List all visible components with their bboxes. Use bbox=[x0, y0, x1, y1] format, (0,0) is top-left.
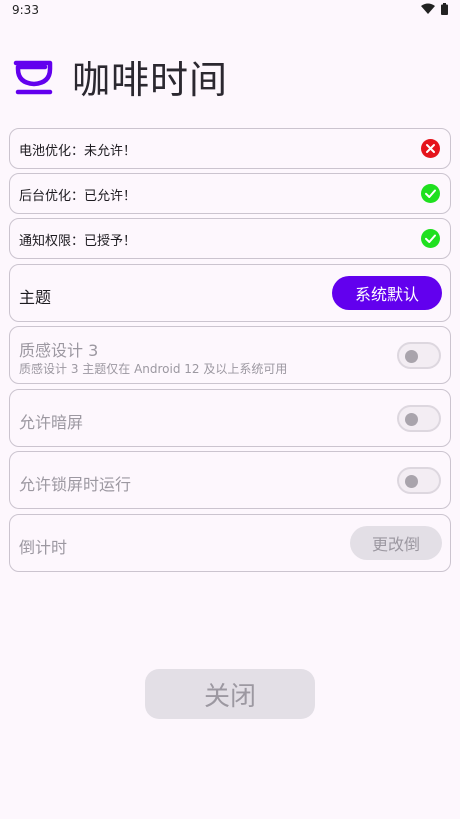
battery-icon bbox=[441, 3, 448, 15]
battery-optimization-card[interactable]: 电池优化：未允许！ bbox=[9, 128, 451, 169]
allow-dim-switch[interactable] bbox=[397, 405, 441, 432]
switch-thumb bbox=[405, 475, 418, 488]
wifi-icon bbox=[421, 3, 435, 14]
status-icons bbox=[421, 3, 448, 15]
allow-dim-label: 允许暗屏 bbox=[19, 413, 84, 432]
notification-permission-status: 通知权限：已授予！ bbox=[19, 234, 137, 249]
change-countdown-button[interactable]: 更改倒 bbox=[350, 526, 442, 560]
status-time: 9:33 bbox=[12, 3, 39, 17]
allow-lockscreen-card: 允许锁屏时运行 bbox=[9, 451, 451, 509]
switch-thumb bbox=[405, 413, 418, 426]
error-icon bbox=[421, 139, 440, 158]
coffee-cup-icon bbox=[13, 60, 53, 95]
countdown-card: 倒计时 更改倒 bbox=[9, 514, 451, 572]
allow-lockscreen-switch[interactable] bbox=[397, 467, 441, 494]
switch-thumb bbox=[405, 350, 418, 363]
background-optimization-card[interactable]: 后台优化：已允许！ bbox=[9, 173, 451, 214]
close-button[interactable]: 关闭 bbox=[145, 669, 315, 719]
material-you-switch[interactable] bbox=[397, 342, 441, 369]
material-you-label: 质感设计 3 bbox=[19, 341, 99, 360]
status-bar: 9:33 bbox=[0, 0, 460, 22]
allow-dim-card: 允许暗屏 bbox=[9, 389, 451, 447]
material-you-description: 质感设计 3 主题仅在 Android 12 及以上系统可用 bbox=[19, 362, 288, 376]
theme-select-button[interactable]: 系统默认 bbox=[332, 276, 442, 310]
check-circle-icon bbox=[421, 184, 440, 203]
allow-lockscreen-label: 允许锁屏时运行 bbox=[19, 475, 132, 494]
countdown-label: 倒计时 bbox=[19, 538, 68, 557]
app-title: 咖啡时间 bbox=[72, 57, 229, 102]
theme-label: 主题 bbox=[19, 288, 52, 307]
app-header: 咖啡时间 bbox=[12, 48, 228, 104]
notification-permission-card[interactable]: 通知权限：已授予！ bbox=[9, 218, 451, 259]
background-optimization-status: 后台优化：已允许！ bbox=[19, 189, 137, 204]
check-circle-icon bbox=[421, 229, 440, 248]
material-you-card: 质感设计 3 质感设计 3 主题仅在 Android 12 及以上系统可用 bbox=[9, 326, 451, 384]
battery-optimization-status: 电池优化：未允许！ bbox=[19, 144, 137, 159]
theme-card: 主题 系统默认 bbox=[9, 264, 451, 322]
